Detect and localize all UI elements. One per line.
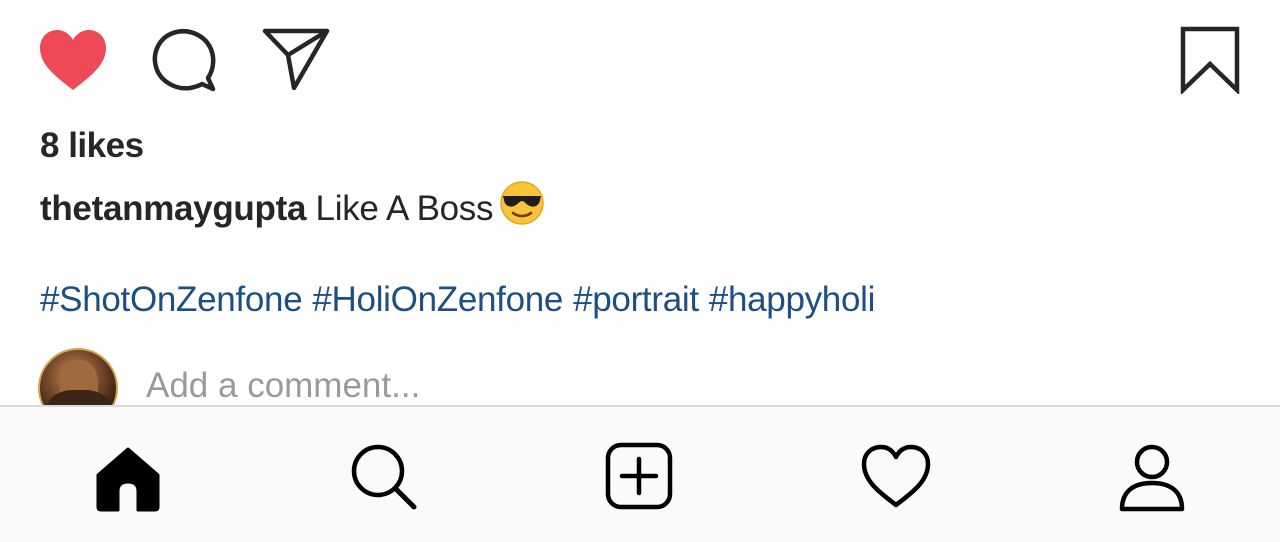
bookmark-icon xyxy=(1180,26,1240,94)
hashtag-link[interactable]: #portrait xyxy=(573,280,699,319)
caption-hashtags: #ShotOnZenfone #HoliOnZenfone #portrait #ha… xyxy=(40,280,885,320)
post-footer: 8 likes thetanmaygupta Like A Boss #Shot… xyxy=(0,0,1280,405)
new-post-icon xyxy=(605,442,673,510)
add-comment-row xyxy=(38,348,1238,405)
hashtag-link[interactable]: #ShotOnZenfone xyxy=(40,280,303,319)
avatar[interactable] xyxy=(38,348,118,405)
paper-plane-icon xyxy=(262,28,330,90)
comment-button[interactable] xyxy=(152,28,218,94)
search-icon xyxy=(351,444,417,510)
nav-home[interactable] xyxy=(92,441,164,513)
activity-heart-icon xyxy=(861,444,931,508)
like-button[interactable] xyxy=(38,28,108,92)
nav-profile[interactable] xyxy=(1116,441,1188,513)
sunglasses-emoji-icon xyxy=(499,180,545,235)
comment-bubble-icon xyxy=(152,29,216,92)
bottom-navigation xyxy=(0,405,1280,542)
nav-new-post[interactable] xyxy=(604,441,676,513)
home-icon xyxy=(96,447,160,512)
caption-text: Like A Boss xyxy=(306,189,494,228)
save-button[interactable] xyxy=(1180,26,1240,94)
post-caption: thetanmaygupta Like A Boss xyxy=(40,180,545,235)
avatar-photo-body xyxy=(48,390,110,405)
nav-search[interactable] xyxy=(348,441,420,513)
post-action-bar xyxy=(0,22,1280,98)
hashtag-link[interactable]: #happyholi xyxy=(709,280,876,319)
caption-username[interactable]: thetanmaygupta xyxy=(40,189,306,228)
nav-activity[interactable] xyxy=(860,441,932,513)
comment-input[interactable] xyxy=(146,366,1046,405)
likes-count[interactable]: 8 likes xyxy=(40,126,144,166)
hashtag-link[interactable]: #HoliOnZenfone xyxy=(312,280,563,319)
share-button[interactable] xyxy=(262,28,330,90)
profile-icon xyxy=(1119,444,1185,512)
heart-filled-icon xyxy=(40,30,106,90)
